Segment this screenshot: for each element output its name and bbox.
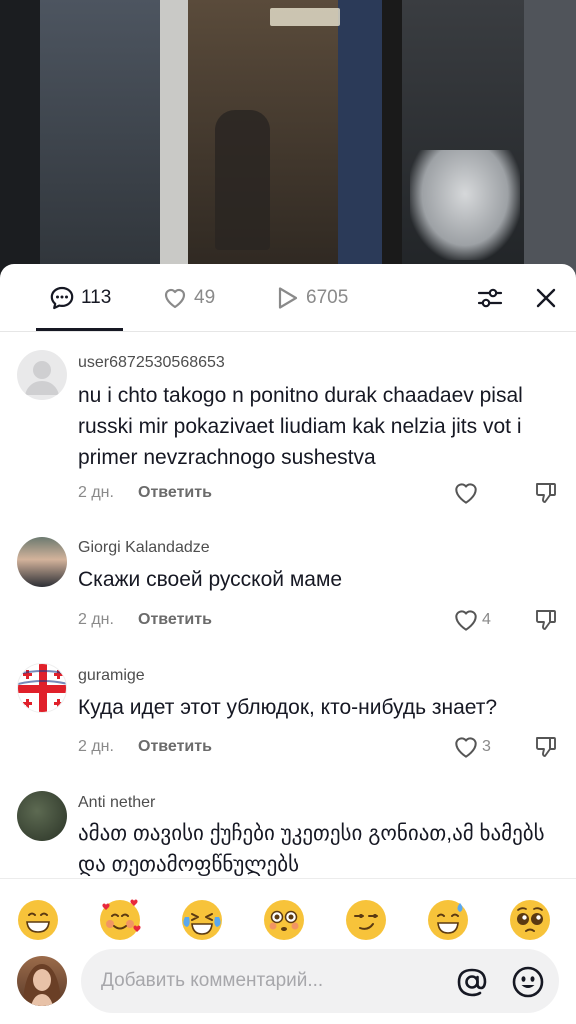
- like-button[interactable]: [452, 479, 482, 507]
- at-sign-icon: [457, 968, 487, 997]
- dislike-button[interactable]: [532, 606, 560, 639]
- comment-text: nu i chto takogo n ponitno durak chaadae…: [78, 384, 523, 469]
- grin-emoji-icon: [18, 900, 58, 940]
- comment-text: ამათ თავისი ქუჩები უკეთესი გონიათ,ამ ხამ…: [78, 822, 545, 876]
- pleading-emoji-icon: [510, 900, 550, 940]
- current-user-avatar: [17, 956, 67, 1006]
- close-button[interactable]: [532, 284, 560, 312]
- comment-author[interactable]: guramige: [78, 667, 145, 685]
- comment-time: 2 дн.: [78, 738, 114, 755]
- comment-input-wrapper: [81, 949, 559, 1013]
- emoji-button[interactable]: [263, 899, 305, 941]
- like-count: 4: [482, 611, 491, 628]
- tab-views[interactable]: 6705: [274, 284, 348, 312]
- comment-text: Скажи своей русской маме: [78, 568, 343, 591]
- dislike-button[interactable]: [532, 479, 560, 512]
- smile-icon: [512, 966, 544, 998]
- sweat-smile-emoji-icon: [428, 900, 468, 940]
- reply-button[interactable]: Ответить: [138, 738, 212, 756]
- tears-of-joy-emoji-icon: [182, 900, 222, 940]
- avatar[interactable]: [17, 350, 67, 400]
- list-item: Anti nether ამათ თავისი ქუჩები უკეთესი გ…: [0, 778, 576, 877]
- emoji-button[interactable]: [345, 899, 387, 941]
- emoji-button[interactable]: [509, 899, 551, 941]
- comments-count: 113: [81, 287, 112, 308]
- flushed-emoji-icon: [264, 900, 304, 940]
- dislike-button[interactable]: [532, 733, 560, 766]
- avatar[interactable]: [17, 791, 67, 841]
- like-button[interactable]: 4: [452, 606, 491, 634]
- comments-tabs: 113 49 6705: [0, 264, 576, 332]
- likes-count: 49: [194, 287, 216, 308]
- reply-button[interactable]: Ответить: [138, 484, 212, 502]
- default-avatar-icon: [25, 361, 59, 395]
- emoji-button[interactable]: [181, 899, 223, 941]
- like-count: 3: [482, 738, 491, 755]
- comment-time: 2 дн.: [78, 611, 114, 628]
- list-item: guramige Куда идет этот ублюдок, кто-ниб…: [0, 650, 576, 770]
- dislike-icon: [536, 610, 556, 630]
- views-count: 6705: [306, 287, 349, 308]
- comment-composer: [0, 949, 576, 1024]
- tab-comments[interactable]: 113: [49, 284, 111, 312]
- list-item: user6872530568653 nu i chto takogo n pon…: [0, 332, 576, 514]
- comment-author[interactable]: Anti nether: [78, 794, 155, 812]
- sliders-icon: [477, 288, 503, 308]
- smirk-emoji-icon: [346, 900, 386, 940]
- comment-time: 2 дн.: [78, 484, 114, 501]
- heart-icon: [455, 737, 477, 758]
- comment-input[interactable]: [101, 949, 441, 1013]
- reply-button[interactable]: Ответить: [138, 611, 212, 629]
- dislike-icon: [536, 483, 556, 503]
- avatar[interactable]: [17, 663, 67, 713]
- heart-icon: [162, 285, 188, 311]
- emoji-reaction-bar: [0, 878, 576, 956]
- comments-sheet: 113 49 6705 user6872530568653 nu i chto …: [0, 264, 576, 1024]
- heart-icon: [455, 483, 477, 504]
- tab-likes[interactable]: 49: [162, 284, 215, 312]
- comments-list: user6872530568653 nu i chto takogo n pon…: [0, 332, 576, 877]
- emoji-button[interactable]: [427, 899, 469, 941]
- list-item: Giorgi Kalandadze Скажи своей русской ма…: [0, 522, 576, 642]
- comment-author[interactable]: user6872530568653: [78, 354, 225, 372]
- close-icon: [536, 288, 556, 308]
- dislike-icon: [536, 737, 556, 757]
- play-icon: [274, 285, 300, 311]
- video-background: [0, 0, 576, 290]
- emoji-picker-button[interactable]: [511, 965, 545, 999]
- active-tab-indicator: [36, 328, 123, 331]
- like-button[interactable]: 3: [452, 733, 491, 761]
- comment-text: Куда идет этот ублюдок, кто-нибудь знает…: [78, 696, 498, 719]
- avatar[interactable]: [17, 537, 67, 587]
- emoji-button[interactable]: [99, 899, 141, 941]
- filter-button[interactable]: [476, 284, 504, 312]
- emoji-button[interactable]: [17, 899, 59, 941]
- comment-author[interactable]: Giorgi Kalandadze: [78, 539, 210, 557]
- comment-bubble-icon: [49, 285, 75, 311]
- georgian-flag-icon: [18, 664, 66, 712]
- heart-icon: [455, 610, 477, 631]
- mention-button[interactable]: [455, 965, 489, 999]
- smiling-hearts-emoji-icon: [100, 899, 141, 940]
